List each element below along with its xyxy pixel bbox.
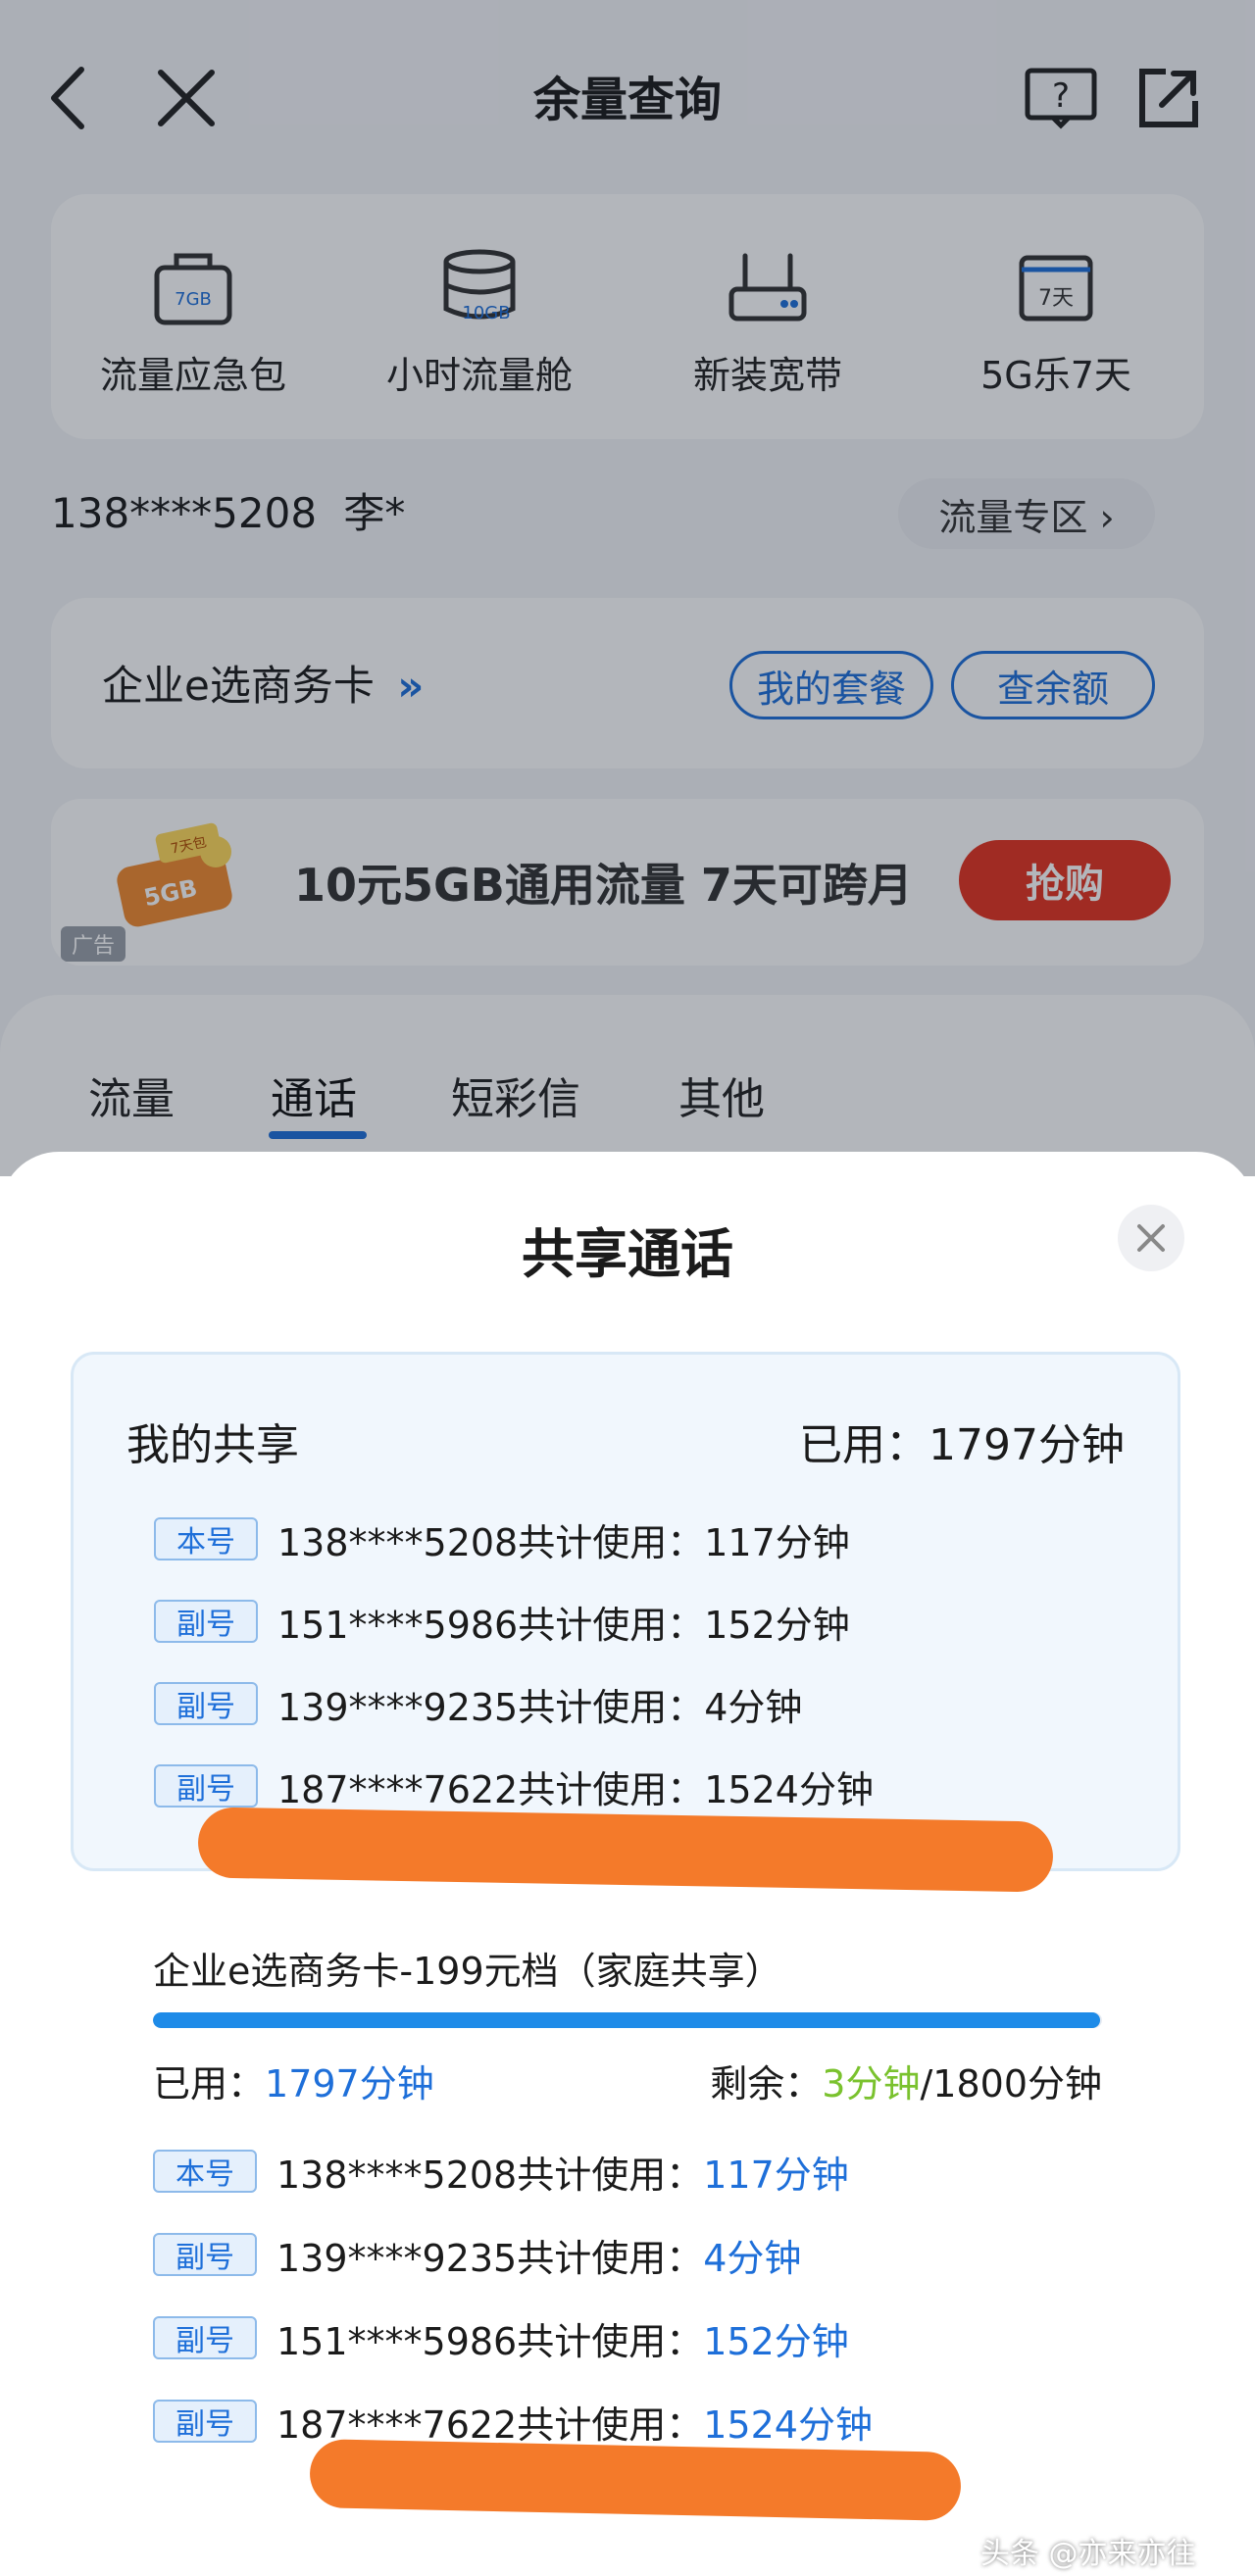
sheet-title: 共享通话 bbox=[522, 1223, 733, 1285]
line-usage: 117分钟 bbox=[704, 1520, 850, 1564]
line-tag: 本号 bbox=[154, 1517, 258, 1560]
line-number: 139****9235共计使用： bbox=[277, 1685, 705, 1729]
package-remaining: 剩余：3分钟/1800分钟 bbox=[710, 2062, 1102, 2105]
my-share-used: 已用：1797分钟 bbox=[799, 1420, 1125, 1470]
line-usage: 1524分钟 bbox=[704, 1767, 874, 1811]
line-number: 151****5986共计使用： bbox=[277, 1603, 705, 1647]
usage-progress-bar bbox=[153, 2012, 1102, 2028]
line-number: 138****5208共计使用： bbox=[276, 2153, 704, 2197]
my-share-box: 我的共享 已用：1797分钟 本号 138****5208共计使用： 117分钟… bbox=[71, 1352, 1180, 1871]
package-title: 企业e选商务卡-199元档（家庭共享） bbox=[153, 1950, 782, 1993]
list-item: 副号 151****5986共计使用： 152分钟 bbox=[153, 2310, 849, 2365]
line-usage: 152分钟 bbox=[704, 1603, 850, 1647]
close-icon bbox=[1137, 1224, 1165, 1252]
list-item: 副号 139****9235共计使用： 4分钟 bbox=[154, 1676, 802, 1731]
shared-calls-sheet: 共享通话 我的共享 已用：1797分钟 本号 138****5208共计使用： … bbox=[0, 1152, 1255, 2576]
list-item: 本号 138****5208共计使用： 117分钟 bbox=[154, 1511, 850, 1566]
list-item: 副号 187****7622共计使用： 1524分钟 bbox=[154, 1759, 874, 1813]
line-number: 139****9235共计使用： bbox=[276, 2236, 704, 2280]
line-tag: 副号 bbox=[153, 2400, 257, 2443]
line-number: 187****7622共计使用： bbox=[277, 1767, 705, 1811]
my-share-label: 我的共享 bbox=[126, 1420, 299, 1470]
list-item: 副号 151****5986共计使用： 152分钟 bbox=[154, 1594, 850, 1649]
package-used: 已用：1797分钟 bbox=[153, 2062, 434, 2105]
line-usage: 152分钟 bbox=[703, 2319, 849, 2363]
list-item: 副号 187****7622共计使用： 1524分钟 bbox=[153, 2394, 873, 2449]
line-usage: 4分钟 bbox=[704, 1685, 803, 1729]
line-tag: 副号 bbox=[153, 2233, 257, 2276]
line-tag: 本号 bbox=[153, 2150, 257, 2193]
line-usage: 4分钟 bbox=[703, 2236, 802, 2280]
line-tag: 副号 bbox=[154, 1682, 258, 1725]
sheet-close-button[interactable] bbox=[1118, 1205, 1184, 1271]
line-number: 138****5208共计使用： bbox=[277, 1520, 705, 1564]
line-usage: 1524分钟 bbox=[703, 2403, 873, 2447]
redaction-scribble bbox=[197, 1807, 1054, 1893]
line-tag: 副号 bbox=[154, 1764, 258, 1808]
usage-progress-fill bbox=[153, 2012, 1101, 2028]
line-tag: 副号 bbox=[153, 2316, 257, 2359]
list-item: 副号 139****9235共计使用： 4分钟 bbox=[153, 2227, 801, 2282]
redaction-scribble bbox=[309, 2439, 962, 2521]
watermark: 头条 @亦来亦往 bbox=[980, 2537, 1196, 2571]
line-usage: 117分钟 bbox=[703, 2153, 849, 2197]
line-number: 151****5986共计使用： bbox=[276, 2319, 704, 2363]
line-tag: 副号 bbox=[154, 1600, 258, 1643]
list-item: 本号 138****5208共计使用： 117分钟 bbox=[153, 2144, 849, 2199]
modal-overlay[interactable] bbox=[0, 0, 1255, 1176]
